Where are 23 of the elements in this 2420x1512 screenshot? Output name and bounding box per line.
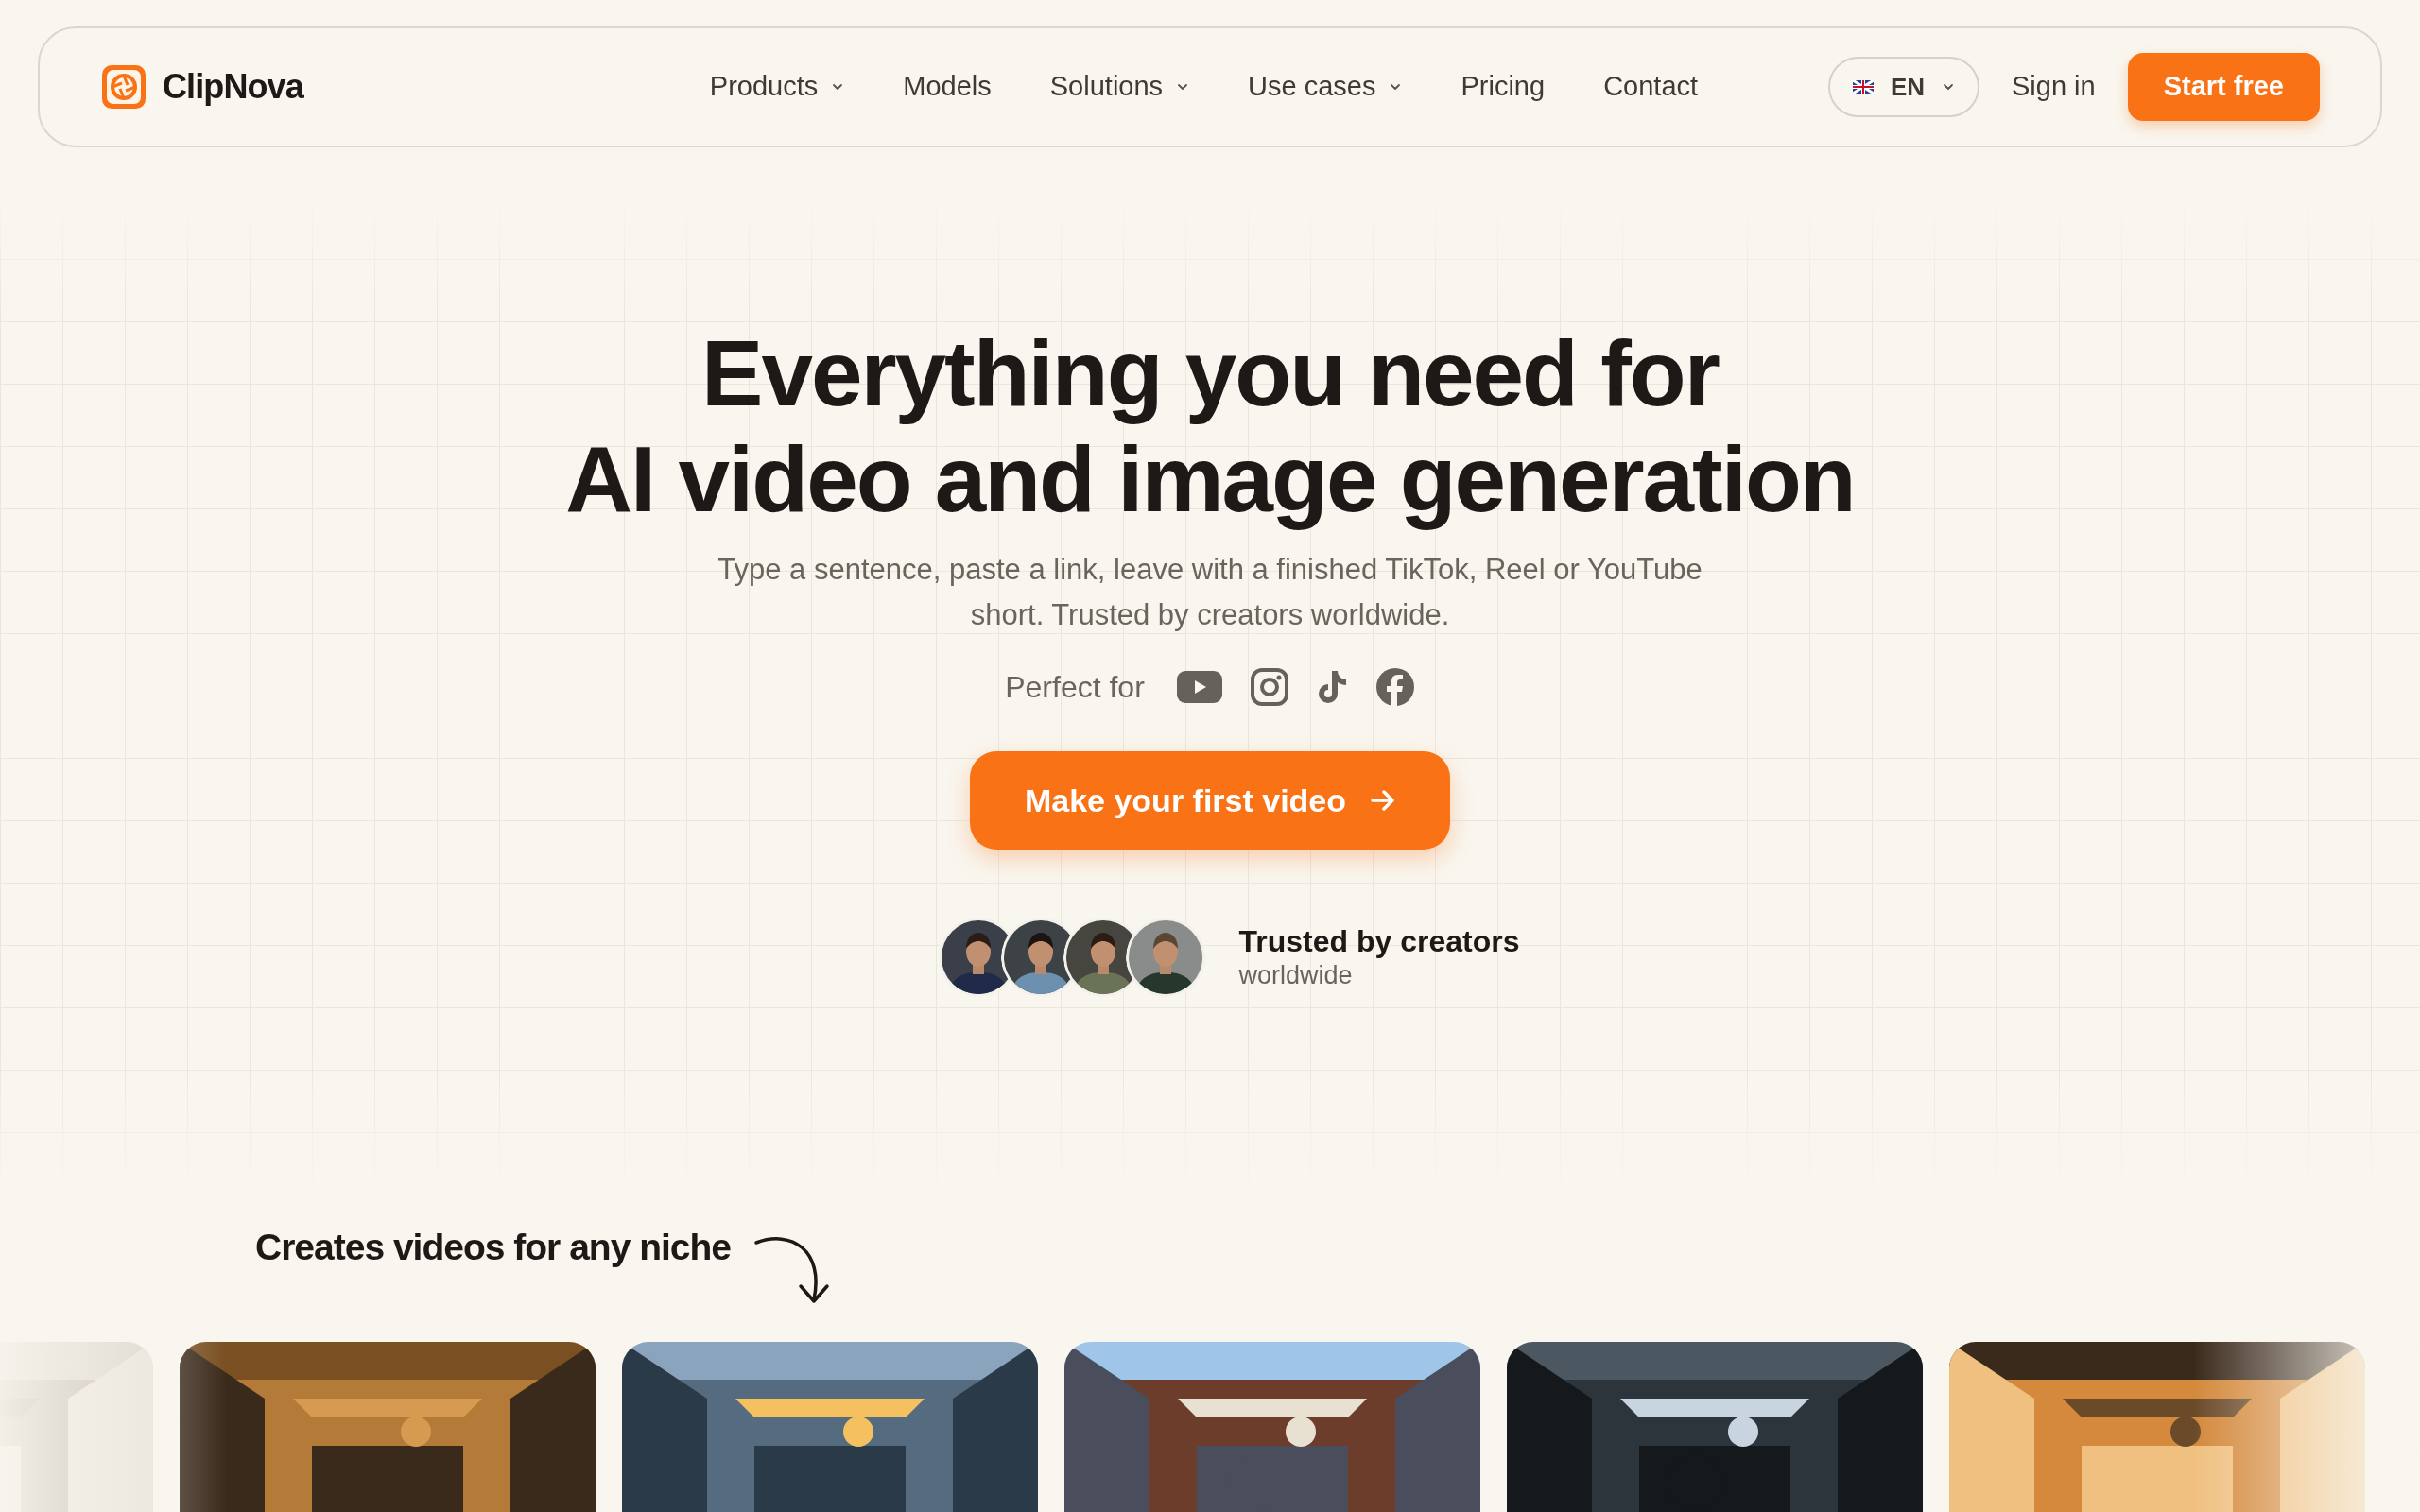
- nav-link[interactable]: Contact: [1603, 66, 1699, 108]
- perfect-for-label: Perfect for: [1005, 669, 1145, 706]
- hero-subtitle: Type a sentence, paste a link, leave with a finished TikTok, Reel or YouTube short. Trusted by creators worldwide.: [717, 552, 1703, 633]
- sign-in-link[interactable]: Sign in: [2012, 66, 2096, 108]
- camera-icon: [1250, 668, 1288, 706]
- logo-icon: [100, 63, 147, 111]
- nav-link[interactable]: Products: [709, 66, 845, 108]
- trust-subtitle: worldwide: [1238, 960, 1354, 991]
- language-selector[interactable]: EN: [1827, 57, 1979, 117]
- trust-title: Trusted by creators: [1238, 923, 1520, 959]
- nav-link[interactable]: Use cases: [1248, 66, 1403, 108]
- nav-link[interactable]: Pricing: [1461, 66, 1546, 108]
- music-note-icon: [1316, 669, 1347, 705]
- play-icon: [1176, 671, 1222, 703]
- headline: Everything you need for: [701, 320, 1719, 426]
- brand-name: ClipNova: [163, 66, 303, 108]
- nav-link[interactable]: Solutions: [1049, 66, 1190, 108]
- flag-icon: [1852, 80, 1874, 94]
- arrow-right-icon: [1371, 790, 1396, 811]
- headline: AI video and image generation: [565, 426, 1855, 532]
- nav-link[interactable]: Models: [903, 66, 992, 108]
- section-title: Creates videos for any niche: [255, 1226, 732, 1269]
- f-logo-icon: [1374, 667, 1415, 707]
